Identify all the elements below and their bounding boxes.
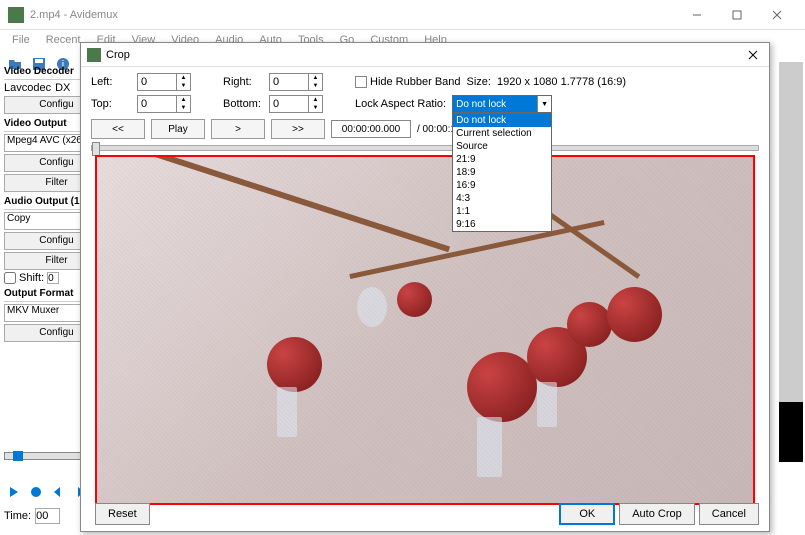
top-label: Top: [91, 98, 131, 110]
shift-checkbox[interactable] [4, 272, 16, 284]
dialog-icon [87, 48, 101, 62]
right-spinner[interactable]: ▲▼ [309, 73, 323, 91]
lock-aspect-list: Do not lock Current selection Source 21:… [452, 113, 552, 232]
reset-button[interactable]: Reset [95, 503, 150, 525]
lock-option[interactable]: 18:9 [453, 166, 551, 179]
lock-aspect-label: Lock Aspect Ratio: [355, 98, 446, 110]
lock-option[interactable]: Current selection [453, 127, 551, 140]
dialog-footer: Reset OK Auto Crop Cancel [91, 503, 759, 525]
top-spinner[interactable]: ▲▼ [177, 95, 191, 113]
decoder-dx: DX [55, 82, 70, 94]
minimize-button[interactable] [677, 1, 717, 29]
lock-aspect-dropdown[interactable]: Do not lock ▼ Do not lock Current select… [452, 95, 552, 113]
slider-thumb[interactable] [92, 142, 100, 156]
bottom-spinner[interactable]: ▲▼ [309, 95, 323, 113]
right-label: Right: [223, 76, 263, 88]
hide-rubber-checkbox[interactable]: Hide Rubber Band [355, 76, 461, 88]
titlebar: 2.mp4 - Avidemux [0, 0, 805, 30]
lock-option[interactable]: 1:1 [453, 205, 551, 218]
play-icon[interactable] [4, 482, 24, 502]
time-current-input[interactable] [331, 120, 411, 138]
lock-option[interactable]: 16:9 [453, 179, 551, 192]
dialog-close-button[interactable] [743, 45, 763, 65]
cancel-button[interactable]: Cancel [699, 503, 759, 525]
maximize-button[interactable] [717, 1, 757, 29]
bottom-label: Bottom: [223, 98, 263, 110]
lock-option[interactable]: 4:3 [453, 192, 551, 205]
preview-slider[interactable] [91, 145, 759, 151]
prev-frame-icon[interactable] [48, 482, 68, 502]
nav-ffwd-button[interactable]: >> [271, 119, 325, 139]
time-input[interactable] [35, 508, 60, 524]
menu-file[interactable]: File [4, 32, 38, 48]
lock-option[interactable]: 21:9 [453, 153, 551, 166]
time-label: Time: [4, 510, 31, 522]
window-title: 2.mp4 - Avidemux [30, 9, 677, 21]
bottom-input[interactable] [269, 95, 309, 113]
top-input[interactable] [137, 95, 177, 113]
ok-button[interactable]: OK [559, 503, 615, 525]
size-value: 1920 x 1080 1.7778 (16:9) [497, 76, 626, 88]
shift-label: Shift: [19, 272, 44, 284]
dialog-titlebar: Crop [81, 43, 769, 67]
timeline-thumb[interactable] [13, 451, 23, 461]
lock-option[interactable]: Source [453, 140, 551, 153]
left-input[interactable] [137, 73, 177, 91]
app-icon [8, 7, 24, 23]
nav-fwd-button[interactable]: > [211, 119, 265, 139]
crop-preview[interactable] [95, 155, 755, 505]
left-label: Left: [91, 76, 131, 88]
right-input[interactable] [269, 73, 309, 91]
decoder-codec: Lavcodec [4, 82, 51, 94]
autocrop-button[interactable]: Auto Crop [619, 503, 695, 525]
nav-play-button[interactable]: Play [151, 119, 205, 139]
dialog-title: Crop [106, 49, 743, 61]
crop-dialog: Crop Left: ▲▼ Right: ▲▼ Hide Rubber Band… [80, 42, 770, 532]
size-label: Size: [467, 76, 491, 88]
shift-input[interactable] [47, 272, 59, 284]
stop-icon[interactable] [26, 482, 46, 502]
lock-aspect-selected: Do not lock [453, 96, 537, 112]
left-spinner[interactable]: ▲▼ [177, 73, 191, 91]
lock-option[interactable]: Do not lock [453, 114, 551, 127]
time-display: Time: [4, 508, 60, 524]
close-button[interactable] [757, 1, 797, 29]
nav-back-button[interactable]: << [91, 119, 145, 139]
hide-rubber-label: Hide Rubber Band [370, 76, 461, 88]
lock-option[interactable]: 9:16 [453, 218, 551, 231]
chevron-down-icon: ▼ [537, 96, 551, 112]
video-preview-sliver [779, 62, 803, 462]
